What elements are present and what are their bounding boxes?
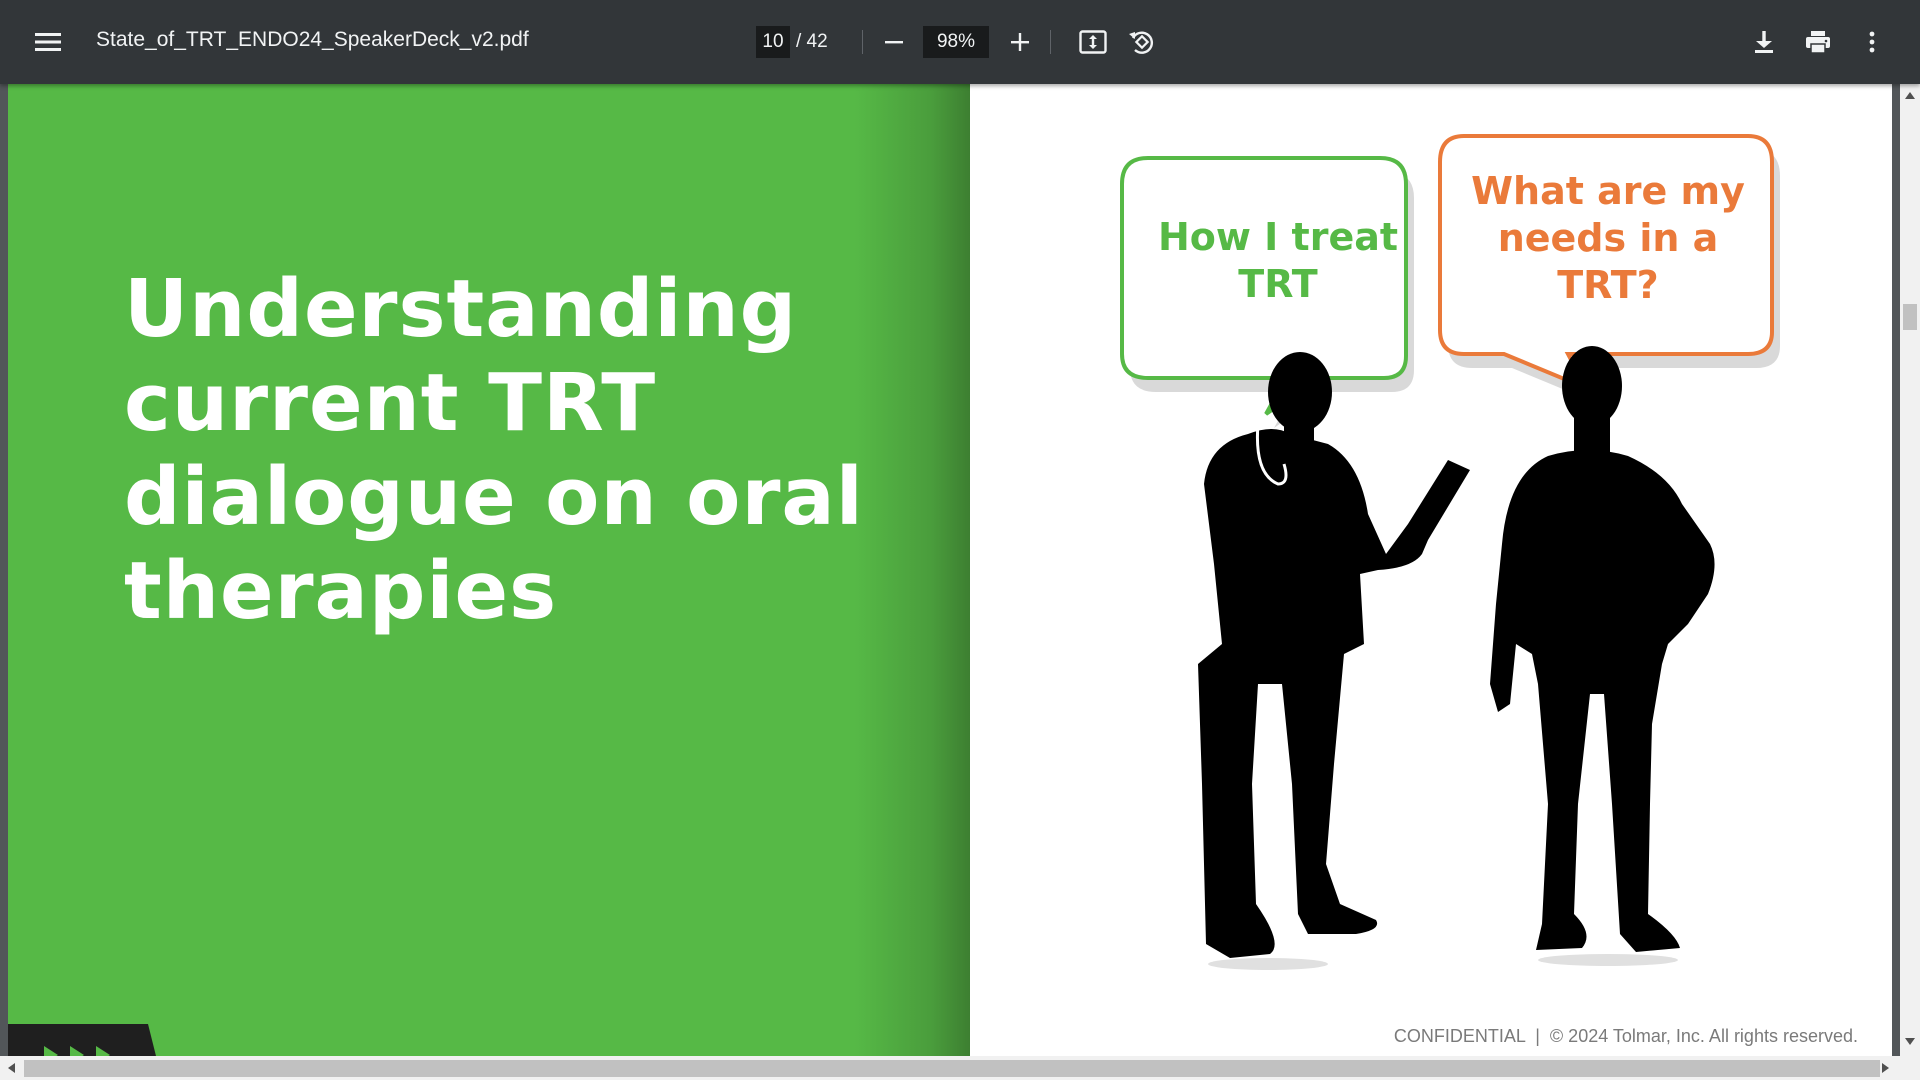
bubble-right-text: What are my needs in a TRT? (1450, 168, 1766, 309)
bubble-right-line: TRT? (1557, 263, 1659, 307)
toolbar-divider (862, 30, 863, 54)
bubble-left-line: TRT (1238, 262, 1318, 306)
bubble-right-line: What are my (1471, 169, 1745, 213)
minus-icon (885, 41, 903, 44)
scroll-down-arrow-icon[interactable] (1905, 1038, 1915, 1045)
rotate-button[interactable] (1122, 24, 1160, 60)
slide-title-line: dialogue on oral (124, 451, 864, 543)
pdf-toolbar: State_of_TRT_ENDO24_SpeakerDeck_v2.pdf /… (0, 0, 1920, 84)
bubble-left-text: How I treat TRT (1146, 214, 1410, 308)
horizontal-scroll-thumb[interactable] (24, 1060, 1880, 1077)
vertical-scroll-thumb[interactable] (1903, 304, 1917, 330)
print-icon (1806, 31, 1830, 54)
download-icon (1755, 31, 1773, 53)
document-title: State_of_TRT_ENDO24_SpeakerDeck_v2.pdf (96, 28, 529, 51)
chevrons-icon (44, 1046, 110, 1056)
zoom-out-button[interactable] (876, 24, 912, 60)
slide-page: Understanding current TRT dialogue on or… (8, 84, 1892, 1056)
slide-title: Understanding current TRT dialogue on or… (124, 262, 884, 638)
rotate-counterclockwise-icon (1129, 31, 1154, 54)
slide-title-line: Understanding (124, 263, 798, 355)
pdf-viewer[interactable]: Understanding current TRT dialogue on or… (0, 84, 1900, 1056)
slide-title-line: therapies (124, 545, 558, 637)
bubble-right-line: needs in a (1497, 216, 1719, 260)
confidential-footer: CONFIDENTIAL | © 2024 Tolmar, Inc. All r… (1393, 1026, 1858, 1046)
zoom-in-button[interactable] (1002, 24, 1038, 60)
zoom-input[interactable] (923, 26, 989, 58)
scroll-left-arrow-icon[interactable] (8, 1063, 15, 1073)
menu-icon[interactable] (30, 26, 66, 58)
fit-to-page-icon (1079, 30, 1107, 54)
page-total: / 42 (796, 31, 828, 52)
scroll-up-arrow-icon[interactable] (1905, 92, 1915, 99)
plus-icon (1011, 33, 1029, 51)
page-number-input[interactable] (756, 26, 790, 58)
print-button[interactable] (1800, 24, 1836, 60)
download-button[interactable] (1746, 24, 1782, 60)
fit-to-page-button[interactable] (1074, 24, 1112, 60)
toolbar-divider (1050, 30, 1051, 54)
bubble-left-line: How I treat (1157, 215, 1399, 259)
doctor-silhouette (1198, 352, 1470, 958)
more-options-button[interactable] (1854, 24, 1890, 60)
more-vertical-icon (1869, 31, 1875, 53)
slide-title-line: current TRT (124, 357, 657, 449)
patient-silhouette (1490, 346, 1715, 952)
scroll-right-arrow-icon[interactable] (1882, 1063, 1889, 1073)
vertical-scrollbar[interactable] (1900, 84, 1920, 1056)
